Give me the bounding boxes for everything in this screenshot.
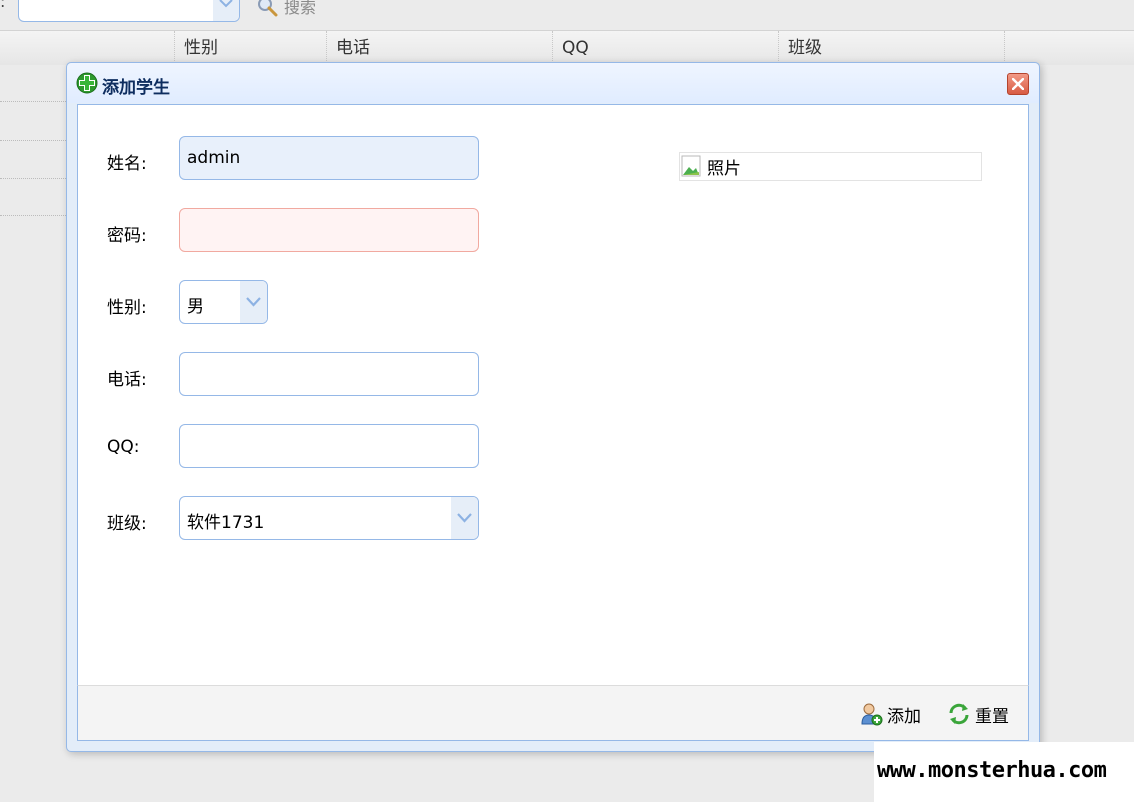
reset-button-label: 重置: [975, 706, 1009, 727]
toolbar-colon: :: [0, 0, 6, 11]
toolbar: : 搜索: [0, 0, 1134, 30]
qq-label: QQ:: [107, 437, 140, 457]
password-label: 密码:: [107, 226, 147, 246]
column-header-phone[interactable]: 电话: [326, 31, 552, 65]
close-button[interactable]: [1007, 73, 1029, 95]
add-icon: [76, 72, 98, 94]
row-divider: [0, 101, 66, 102]
row-divider: [0, 215, 66, 216]
gender-label: 性别:: [107, 298, 147, 318]
dialog-title: 添加学生: [102, 78, 170, 98]
phone-label: 电话:: [107, 370, 147, 390]
class-label: 班级:: [107, 514, 147, 534]
add-user-icon: [861, 703, 883, 726]
grid-header: 性别 电话 QQ 班级: [0, 30, 1134, 66]
chevron-down-icon[interactable]: [213, 0, 239, 21]
add-student-dialog: 添加学生 姓名: 密码: 性别: 男 电话: QQ: 班级:: [66, 62, 1040, 752]
close-icon: [1012, 78, 1024, 90]
photo-image: 照片: [679, 152, 982, 181]
row-divider: [0, 140, 66, 141]
gender-select-value: 男: [187, 297, 204, 317]
dialog-footer: 添加 重置: [77, 685, 1029, 741]
dialog-header[interactable]: 添加学生: [67, 63, 1039, 103]
chevron-down-icon[interactable]: [451, 497, 478, 539]
reload-icon: [949, 703, 969, 725]
search-button[interactable]: 搜索: [256, 0, 316, 18]
add-button-label: 添加: [887, 706, 921, 727]
add-button[interactable]: 添加: [859, 700, 921, 728]
watermark-text: www.monsterhua.com: [877, 758, 1107, 783]
name-field[interactable]: [179, 136, 479, 180]
class-select[interactable]: 软件1731: [179, 496, 479, 540]
column-header-qq[interactable]: QQ: [552, 31, 778, 65]
column-header-gender[interactable]: 性别: [174, 31, 326, 65]
password-field[interactable]: [179, 208, 479, 252]
row-divider: [0, 178, 66, 179]
search-label: 搜索: [284, 0, 317, 17]
class-select-value: 软件1731: [187, 513, 265, 533]
column-header-class[interactable]: 班级: [778, 31, 1005, 65]
broken-image-icon: [681, 155, 701, 176]
qq-field[interactable]: [179, 424, 479, 468]
toolbar-filter-select[interactable]: [18, 0, 240, 22]
watermark: www.monsterhua.com: [874, 742, 1134, 802]
chevron-down-icon[interactable]: [240, 281, 267, 323]
dialog-body: 姓名: 密码: 性别: 男 电话: QQ: 班级: 软件1731: [77, 104, 1029, 686]
name-label: 姓名:: [107, 154, 147, 174]
reset-button[interactable]: 重置: [947, 700, 1009, 728]
search-icon: [258, 0, 278, 17]
phone-field[interactable]: [179, 352, 479, 396]
gender-select[interactable]: 男: [179, 280, 268, 324]
photo-alt-text: 照片: [707, 159, 741, 179]
